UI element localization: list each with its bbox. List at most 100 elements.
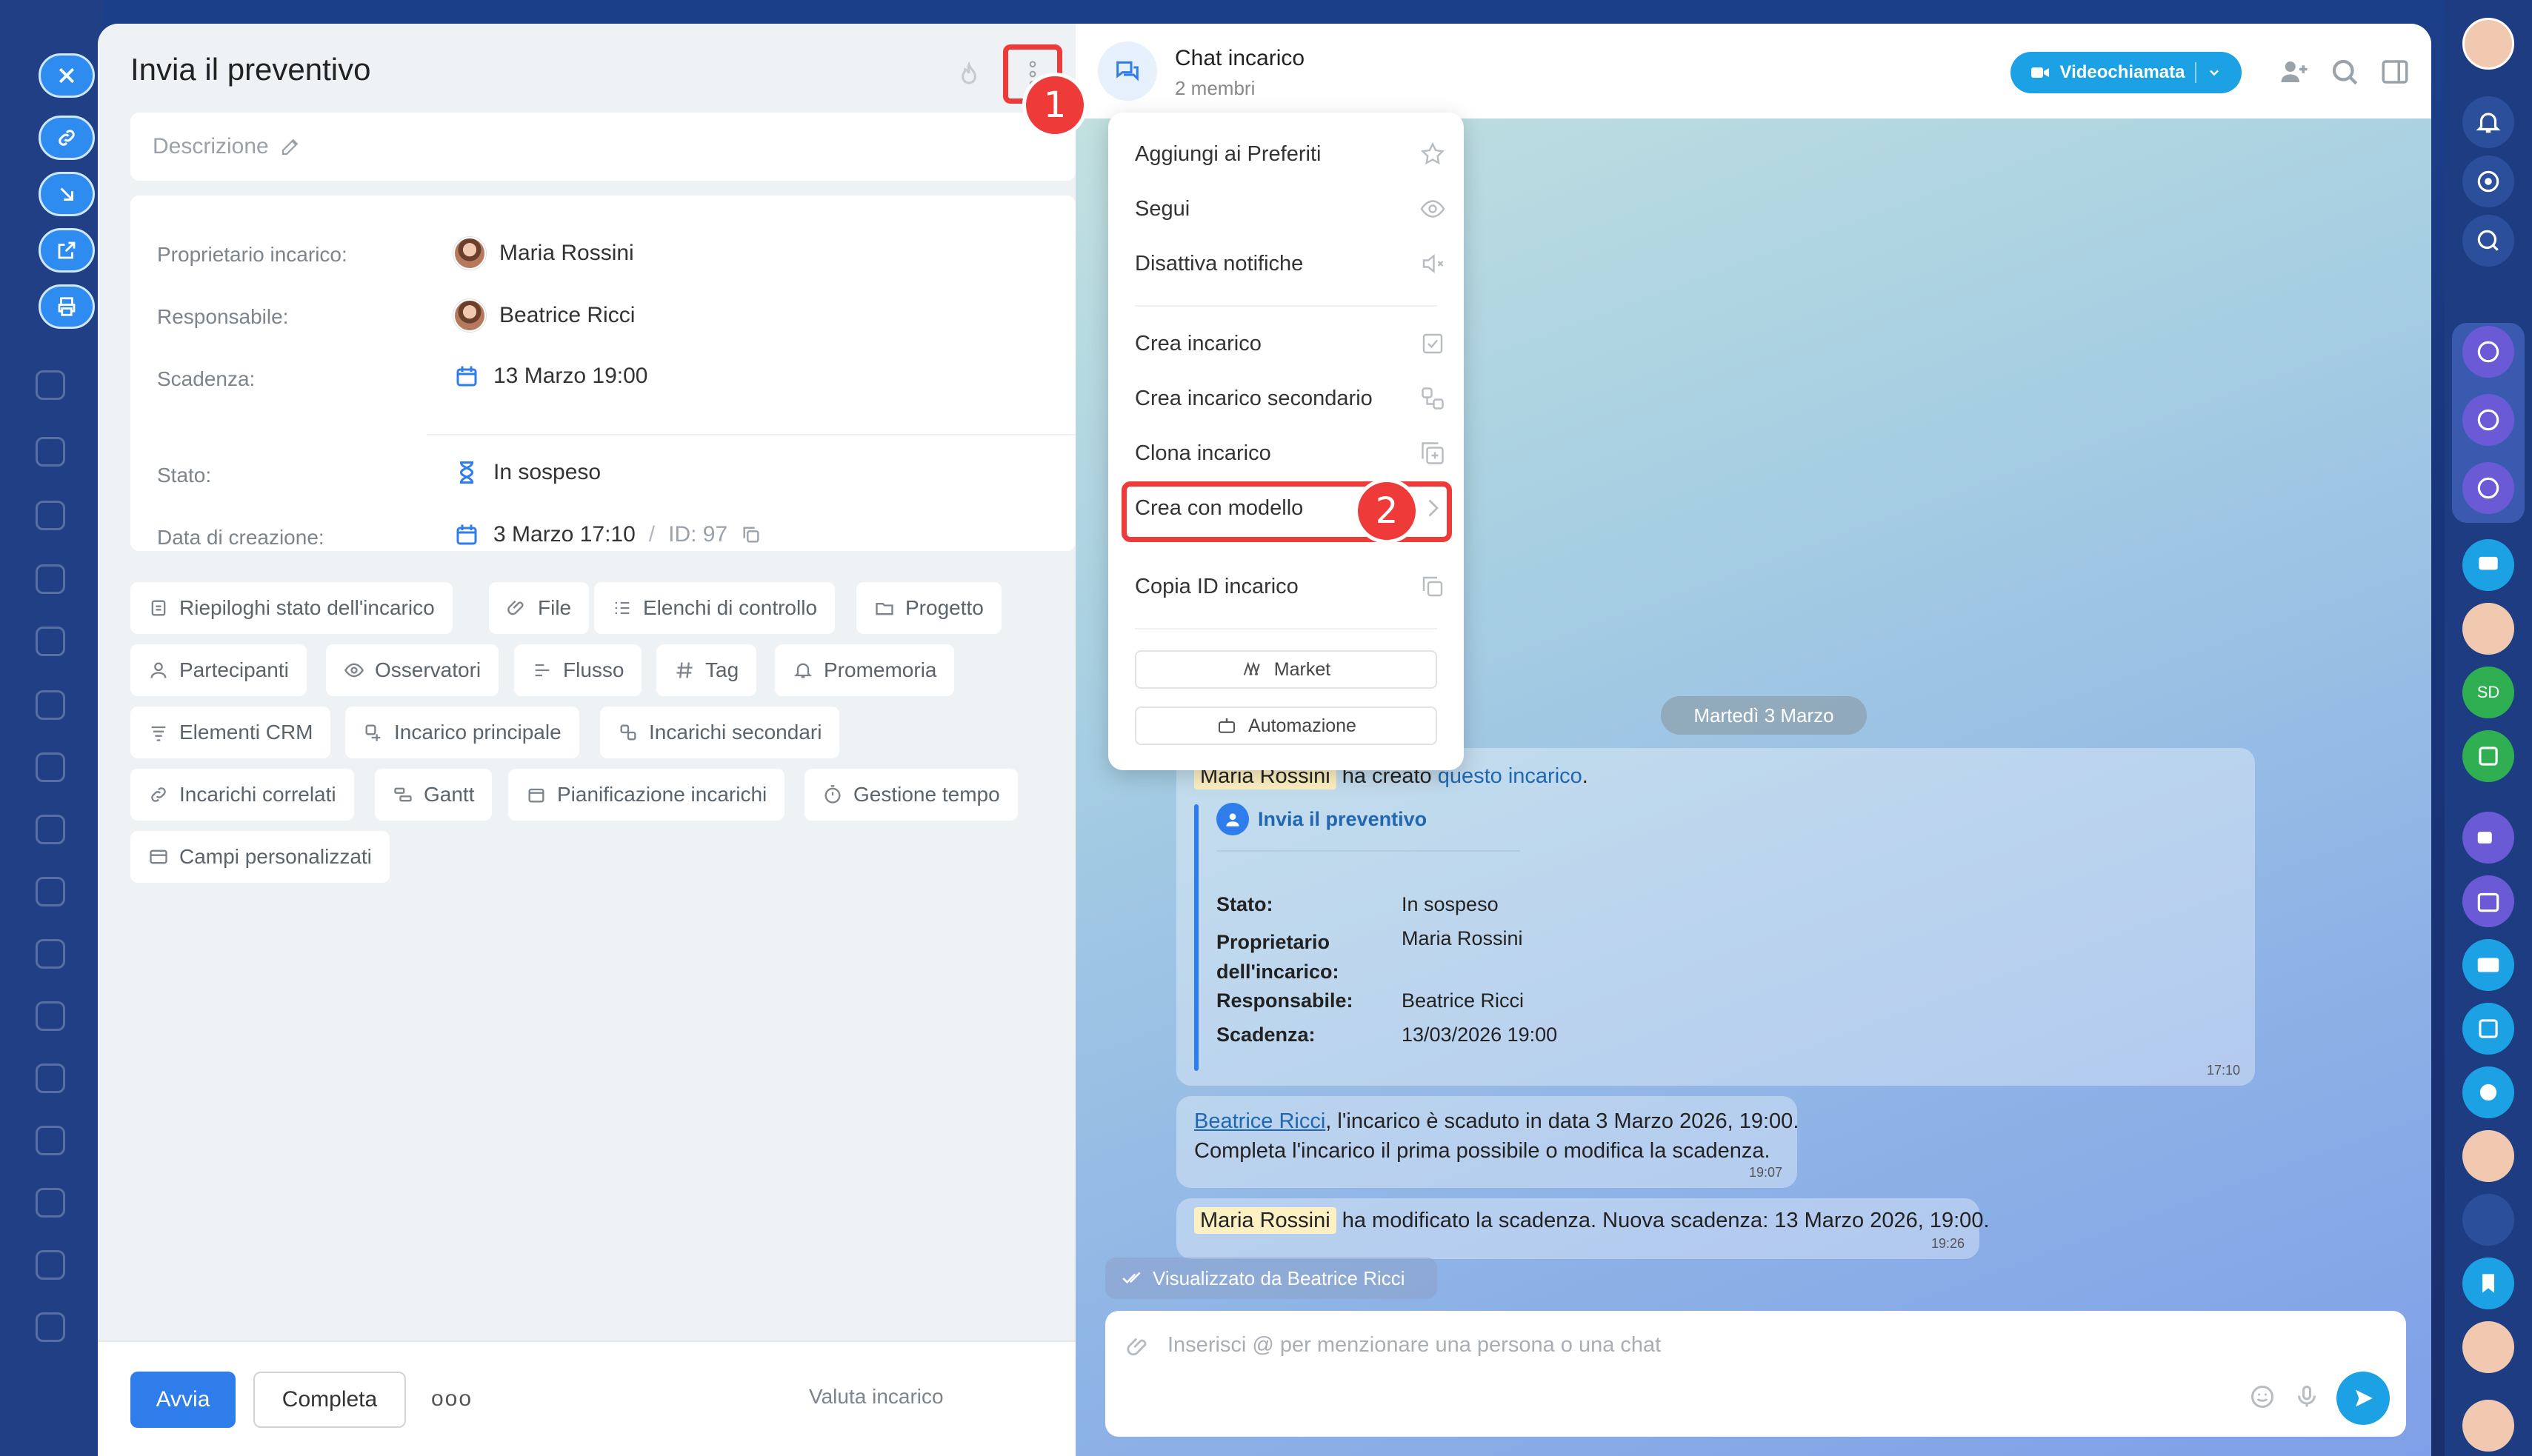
video-icon[interactable]	[2462, 812, 2514, 864]
rail-icon[interactable]	[36, 437, 65, 467]
send-button[interactable]	[2336, 1372, 2390, 1425]
card-title[interactable]: Invia il preventivo	[1216, 803, 1427, 835]
menu-mute-notifications[interactable]: Disattiva notifiche	[1135, 250, 1446, 277]
eye-icon	[1420, 200, 1445, 218]
contact-avatar-sd[interactable]: SD	[2462, 667, 2514, 718]
add-user-icon[interactable]	[2279, 56, 2310, 87]
chat-avatar[interactable]	[1098, 41, 1157, 101]
copilot-icon[interactable]	[2462, 326, 2514, 378]
rail-icon[interactable]	[36, 564, 65, 594]
copilot-icon[interactable]	[2462, 462, 2514, 514]
menu-create-subtask[interactable]: Crea incarico secondario	[1135, 385, 1446, 412]
chip-custom-fields[interactable]: Campi personalizzati	[130, 831, 390, 883]
rail-icon[interactable]	[36, 1312, 65, 1342]
rate-task-link[interactable]: Valuta incarico	[809, 1385, 944, 1409]
rail-icon[interactable]	[36, 877, 65, 906]
chip-status-summary[interactable]: Riepiloghi stato dell'incarico	[130, 582, 453, 634]
chat-icon[interactable]	[2462, 539, 2514, 591]
chip-observers[interactable]: Osservatori	[326, 644, 499, 696]
responsible-value[interactable]: Beatrice Ricci	[453, 299, 635, 332]
open-new-window-button[interactable]	[39, 228, 95, 273]
video-call-button[interactable]: Videochiamata	[2010, 52, 2242, 93]
task-slider: Invia il preventivo Descrizione Propriet…	[98, 24, 2431, 1456]
rail-icon[interactable]	[36, 690, 65, 720]
chip-flow[interactable]: Flusso	[514, 644, 642, 696]
chat-title[interactable]: Chat incarico	[1175, 46, 1305, 71]
rail-icon[interactable]	[36, 627, 65, 656]
chip-subtasks[interactable]: Incarichi secondari	[600, 707, 840, 758]
copilot-icon[interactable]	[2462, 394, 2514, 446]
chip-related-tasks[interactable]: Incarichi correlati	[130, 769, 354, 821]
message-input[interactable]: Inserisci @ per menzionare una persona o…	[1105, 1311, 2406, 1437]
rail-icon[interactable]	[36, 815, 65, 844]
minimize-button[interactable]	[39, 172, 95, 216]
bell-icon[interactable]	[2462, 96, 2514, 148]
chat-members[interactable]: 2 membri	[1175, 77, 1255, 100]
contact-avatar[interactable]	[2462, 1400, 2514, 1452]
flow-icon	[535, 664, 550, 677]
rail-icon[interactable]	[36, 939, 65, 969]
close-icon	[59, 67, 75, 84]
copy-link-button[interactable]	[39, 116, 95, 160]
chip-time-tracking[interactable]: Gestione tempo	[804, 769, 1018, 821]
chip-checklists[interactable]: Elenchi di controllo	[594, 582, 836, 634]
more-button[interactable]: ooo	[431, 1386, 473, 1412]
description-field[interactable]: Descrizione	[130, 113, 1076, 181]
rail-icon[interactable]	[36, 1001, 65, 1031]
complete-button[interactable]: Completa	[253, 1372, 406, 1428]
rail-icon[interactable]	[36, 1126, 65, 1155]
rail-icon[interactable]	[36, 1188, 65, 1218]
author-mention[interactable]: Beatrice Ricci	[1194, 1109, 1325, 1133]
menu-copy-task-id[interactable]: Copia ID incarico	[1135, 573, 1446, 600]
chip-project[interactable]: Progetto	[856, 582, 1002, 634]
owner-value[interactable]: Maria Rossini	[453, 237, 634, 270]
author-mention[interactable]: Maria Rossini	[1194, 1207, 1336, 1234]
chip-task-planning[interactable]: Pianificazione incarichi	[508, 769, 785, 821]
rail-icon[interactable]	[36, 752, 65, 782]
task-icon[interactable]	[2462, 1003, 2514, 1055]
contact-avatar[interactable]	[2462, 603, 2514, 655]
user-avatar[interactable]	[2462, 18, 2514, 70]
chip-parent-task[interactable]: Incarico principale	[345, 707, 579, 758]
chip-crm-items[interactable]: Elementi CRM	[130, 707, 331, 758]
microphone-icon[interactable]	[2293, 1383, 2320, 1410]
market-button[interactable]: Market	[1135, 650, 1437, 689]
calendar-icon[interactable]	[2462, 875, 2514, 927]
rail-icon[interactable]	[36, 1063, 65, 1093]
contact-avatar[interactable]	[2462, 1194, 2514, 1246]
rail-icon[interactable]	[36, 501, 65, 530]
contact-card-icon[interactable]	[2462, 939, 2514, 991]
contact-avatar[interactable]	[2462, 1321, 2514, 1373]
start-button[interactable]: Avvia	[130, 1372, 236, 1428]
contact-avatar[interactable]	[2462, 1130, 2514, 1182]
deadline-value[interactable]: 13 Marzo 19:00	[453, 363, 647, 390]
rail-icon[interactable]	[36, 370, 65, 400]
chip-tags[interactable]: Tag	[656, 644, 757, 696]
sidebar-toggle-icon[interactable]	[2379, 56, 2411, 87]
menu-clone-task[interactable]: Clona incarico	[1135, 440, 1446, 467]
task-link[interactable]: questo incarico	[1438, 764, 1582, 788]
menu-add-favorites[interactable]: Aggiungi ai Preferiti	[1135, 141, 1446, 167]
fire-icon[interactable]	[954, 59, 984, 92]
activity-icon[interactable]	[2462, 156, 2514, 207]
chip-participants[interactable]: Partecipanti	[130, 644, 307, 696]
task-check-icon	[1422, 333, 1443, 354]
emoji-icon[interactable]	[2249, 1383, 2276, 1410]
chip-gantt[interactable]: Gantt	[375, 769, 493, 821]
chip-reminders[interactable]: Promemoria	[775, 644, 955, 696]
chip-files[interactable]: File	[489, 582, 590, 634]
close-slider-button[interactable]	[39, 53, 95, 98]
bookmark-icon[interactable]	[2462, 1258, 2514, 1309]
rail-icon[interactable]	[36, 1250, 65, 1280]
automation-button[interactable]: Automazione	[1135, 707, 1437, 745]
search-icon[interactable]	[2329, 56, 2360, 87]
task-title[interactable]: Invia il preventivo	[130, 52, 371, 87]
menu-follow[interactable]: Segui	[1135, 196, 1446, 222]
task-icon[interactable]	[2462, 730, 2514, 782]
paperclip-icon[interactable]	[1126, 1335, 1151, 1360]
copy-icon[interactable]	[741, 524, 762, 545]
bot-icon[interactable]	[2462, 1066, 2514, 1118]
print-button[interactable]	[39, 284, 95, 329]
search-chat-icon[interactable]	[2462, 215, 2514, 267]
menu-create-task[interactable]: Crea incarico	[1135, 330, 1446, 357]
